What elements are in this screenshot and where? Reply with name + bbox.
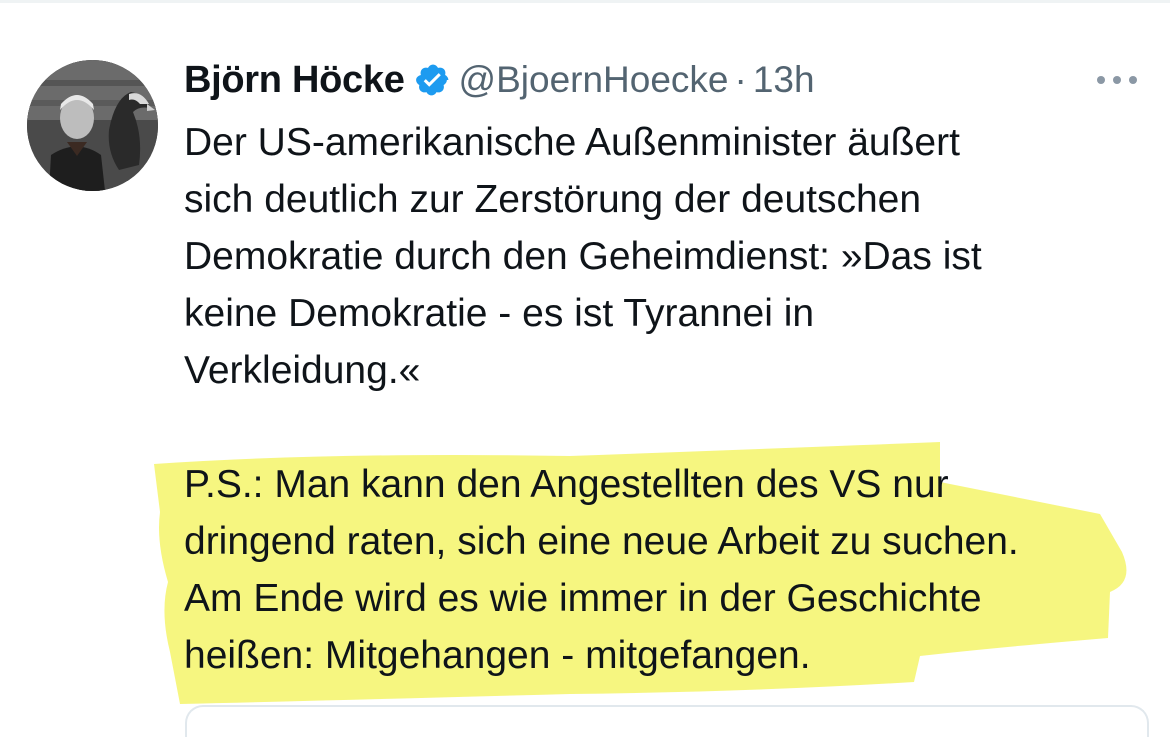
more-dot xyxy=(1113,76,1121,84)
tweet-text: Der US-amerikanische Außenminister äußer… xyxy=(184,114,1144,684)
tweet-line: P.S.: Man kann den Angestellten des VS n… xyxy=(184,463,949,506)
more-options-icon[interactable] xyxy=(1093,62,1141,98)
more-dot xyxy=(1097,76,1105,84)
tweet-line: Am Ende wird es wie immer in der Geschic… xyxy=(184,577,982,620)
tweet-line: Demokratie durch den Geheimdienst: »Das … xyxy=(184,235,982,278)
avatar-image xyxy=(27,60,158,191)
tweet-line: Verkleidung.« xyxy=(184,349,421,392)
separator-dot: · xyxy=(734,59,747,100)
tweet-line: dringend raten, sich eine neue Arbeit zu… xyxy=(184,520,1019,563)
tweet-line: sich deutlich zur Zerstörung der deutsch… xyxy=(184,178,922,221)
verified-badge-icon xyxy=(415,62,451,98)
avatar[interactable] xyxy=(27,60,158,191)
tweet-line: keine Demokratie - es ist Tyrannei in xyxy=(184,292,815,335)
author-display-name[interactable]: Björn Höcke xyxy=(184,59,405,102)
tweet-header: Björn Höcke @BjoernHoecke · 13h xyxy=(184,52,815,108)
tweet-line: heißen: Mitgehangen - mitgefangen. xyxy=(184,634,811,677)
more-dot xyxy=(1129,76,1137,84)
top-divider xyxy=(0,0,1170,3)
embedded-card-edge[interactable] xyxy=(185,705,1149,737)
author-handle[interactable]: @BjoernHoecke xyxy=(459,59,729,101)
tweet-line: Der US-amerikanische Außenminister äußer… xyxy=(184,121,960,164)
timestamp[interactable]: 13h xyxy=(753,59,815,101)
